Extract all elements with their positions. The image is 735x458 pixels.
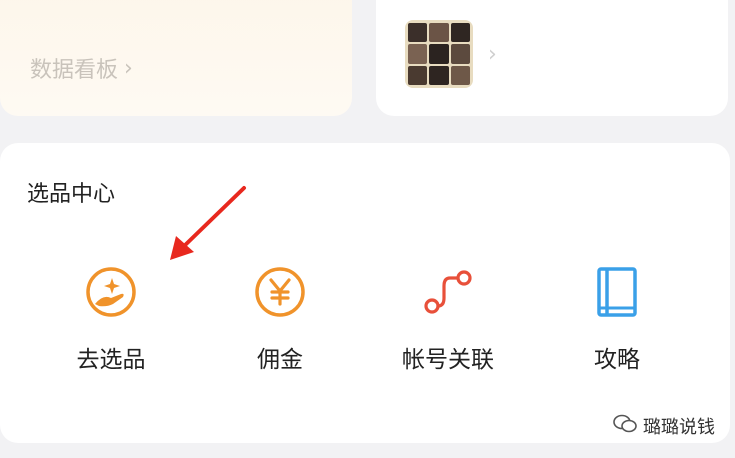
section-title: 选品中心 [27, 182, 116, 207]
red-arrow-annotation [170, 186, 246, 260]
tool-account-link[interactable]: 帐号关联 [373, 262, 523, 374]
data-dashboard-link[interactable]: 数据看板 › [30, 52, 133, 84]
tool-label: 帐号关联 [402, 347, 494, 373]
wechat-icon [613, 414, 637, 439]
link-nodes-icon [418, 262, 478, 322]
tool-commission[interactable]: 佣金 [205, 262, 355, 374]
chevron-right-icon: › [124, 55, 133, 81]
tool-guide[interactable]: 攻略 [542, 262, 692, 374]
chevron-right-icon[interactable]: › [488, 42, 497, 67]
tool-label: 去选品 [76, 347, 146, 373]
tool-label: 攻略 [594, 347, 640, 373]
watermark-text: 璐璐说钱 [643, 417, 715, 438]
tool-go-select[interactable]: 去选品 [36, 262, 186, 374]
product-thumbnail[interactable] [405, 20, 473, 88]
data-dashboard-label: 数据看板 [30, 58, 119, 83]
tool-label: 佣金 [257, 347, 303, 373]
yen-circle-icon [250, 262, 310, 322]
book-icon [587, 262, 647, 322]
hand-sparkle-icon [81, 262, 141, 322]
watermark: 璐璐说钱 [613, 413, 715, 439]
